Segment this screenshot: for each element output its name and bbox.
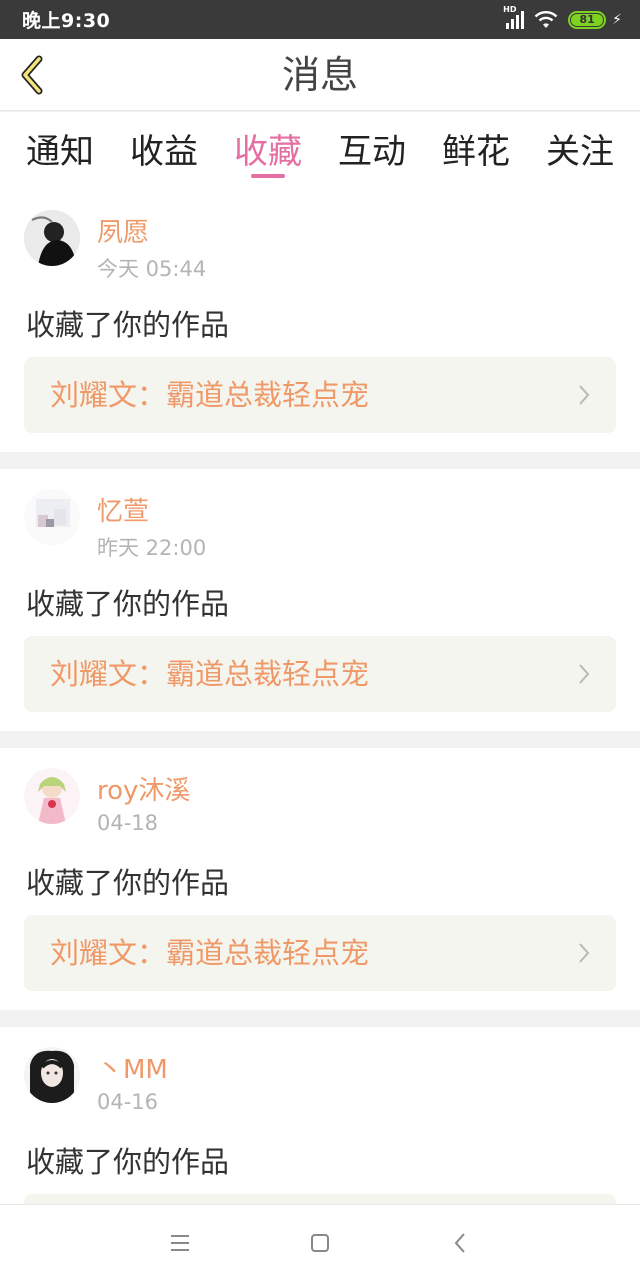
- timestamp: 今天 05:44: [97, 257, 207, 281]
- tab-interactions[interactable]: 互动: [338, 112, 406, 190]
- action-text: 收藏了你的作品: [26, 1145, 230, 1179]
- menu-icon: [171, 1234, 189, 1251]
- timestamp: 04-18: [97, 811, 159, 835]
- message-list: 夙愿 今天 05:44 收藏了你的作品 刘耀文：霸道总裁轻点宠 忆萱 昨天 22…: [0, 190, 640, 1204]
- timestamp: 04-16: [97, 1090, 159, 1114]
- message-card: roy沐溪 04-18 收藏了你的作品 刘耀文：霸道总裁轻点宠: [0, 748, 640, 1010]
- action-text: 收藏了你的作品: [26, 587, 230, 621]
- work-link[interactable]: 刘耀文：霸道总裁轻点宠: [24, 357, 616, 433]
- work-title: 刘耀文：霸道总裁轻点宠: [50, 936, 370, 970]
- status-icons: HD 81 ⚡: [503, 5, 622, 29]
- network-label: HD: [503, 4, 517, 14]
- tab-favorites[interactable]: 收藏: [234, 112, 302, 190]
- tab-follows[interactable]: 关注: [546, 112, 614, 190]
- work-link[interactable]: [24, 1194, 616, 1204]
- chevron-right-icon: [579, 385, 590, 405]
- header: 消息: [0, 39, 640, 111]
- tab-bar: 通知 收益 收藏 互动 鲜花 关注: [0, 112, 640, 190]
- avatar[interactable]: [24, 210, 80, 266]
- status-bar: 晚上9:30 HD 81 ⚡: [0, 0, 640, 39]
- system-back-button[interactable]: [446, 1229, 474, 1257]
- chevron-right-icon: [579, 664, 590, 684]
- system-nav-bar: [0, 1204, 640, 1280]
- back-icon: [454, 1232, 465, 1253]
- username[interactable]: roy沐溪: [97, 770, 190, 807]
- action-text: 收藏了你的作品: [26, 308, 230, 342]
- battery-icon: 81 ⚡: [568, 10, 622, 29]
- menu-button[interactable]: [166, 1229, 194, 1257]
- charging-icon: ⚡: [612, 11, 622, 28]
- message-card: 忆萱 昨天 22:00 收藏了你的作品 刘耀文：霸道总裁轻点宠: [0, 469, 640, 731]
- avatar[interactable]: [24, 489, 80, 545]
- work-link[interactable]: 刘耀文：霸道总裁轻点宠: [24, 915, 616, 991]
- status-time: 晚上9:30: [22, 10, 111, 32]
- battery-level: 81: [571, 13, 604, 26]
- message-card: 夙愿 今天 05:44 收藏了你的作品 刘耀文：霸道总裁轻点宠: [0, 190, 640, 452]
- work-link[interactable]: 刘耀文：霸道总裁轻点宠: [24, 636, 616, 712]
- tab-notifications[interactable]: 通知: [26, 112, 94, 190]
- username[interactable]: 丶MM: [97, 1049, 168, 1086]
- home-button[interactable]: [306, 1229, 334, 1257]
- page-title: 消息: [281, 53, 358, 97]
- message-card: 丶MM 04-16 收藏了你的作品: [0, 1027, 640, 1204]
- avatar[interactable]: [24, 1047, 80, 1103]
- signal-icon: HD: [503, 5, 525, 29]
- avatar[interactable]: [24, 768, 80, 824]
- action-text: 收藏了你的作品: [26, 866, 230, 900]
- work-title: 刘耀文：霸道总裁轻点宠: [50, 378, 370, 412]
- username[interactable]: 夙愿: [97, 212, 149, 249]
- timestamp: 昨天 22:00: [97, 536, 207, 560]
- home-icon: [311, 1233, 329, 1252]
- chevron-right-icon: [579, 943, 590, 963]
- tab-flowers[interactable]: 鲜花: [442, 112, 510, 190]
- work-title: 刘耀文：霸道总裁轻点宠: [50, 657, 370, 691]
- username[interactable]: 忆萱: [97, 491, 149, 528]
- tab-earnings[interactable]: 收益: [130, 112, 198, 190]
- wifi-icon: [534, 10, 558, 28]
